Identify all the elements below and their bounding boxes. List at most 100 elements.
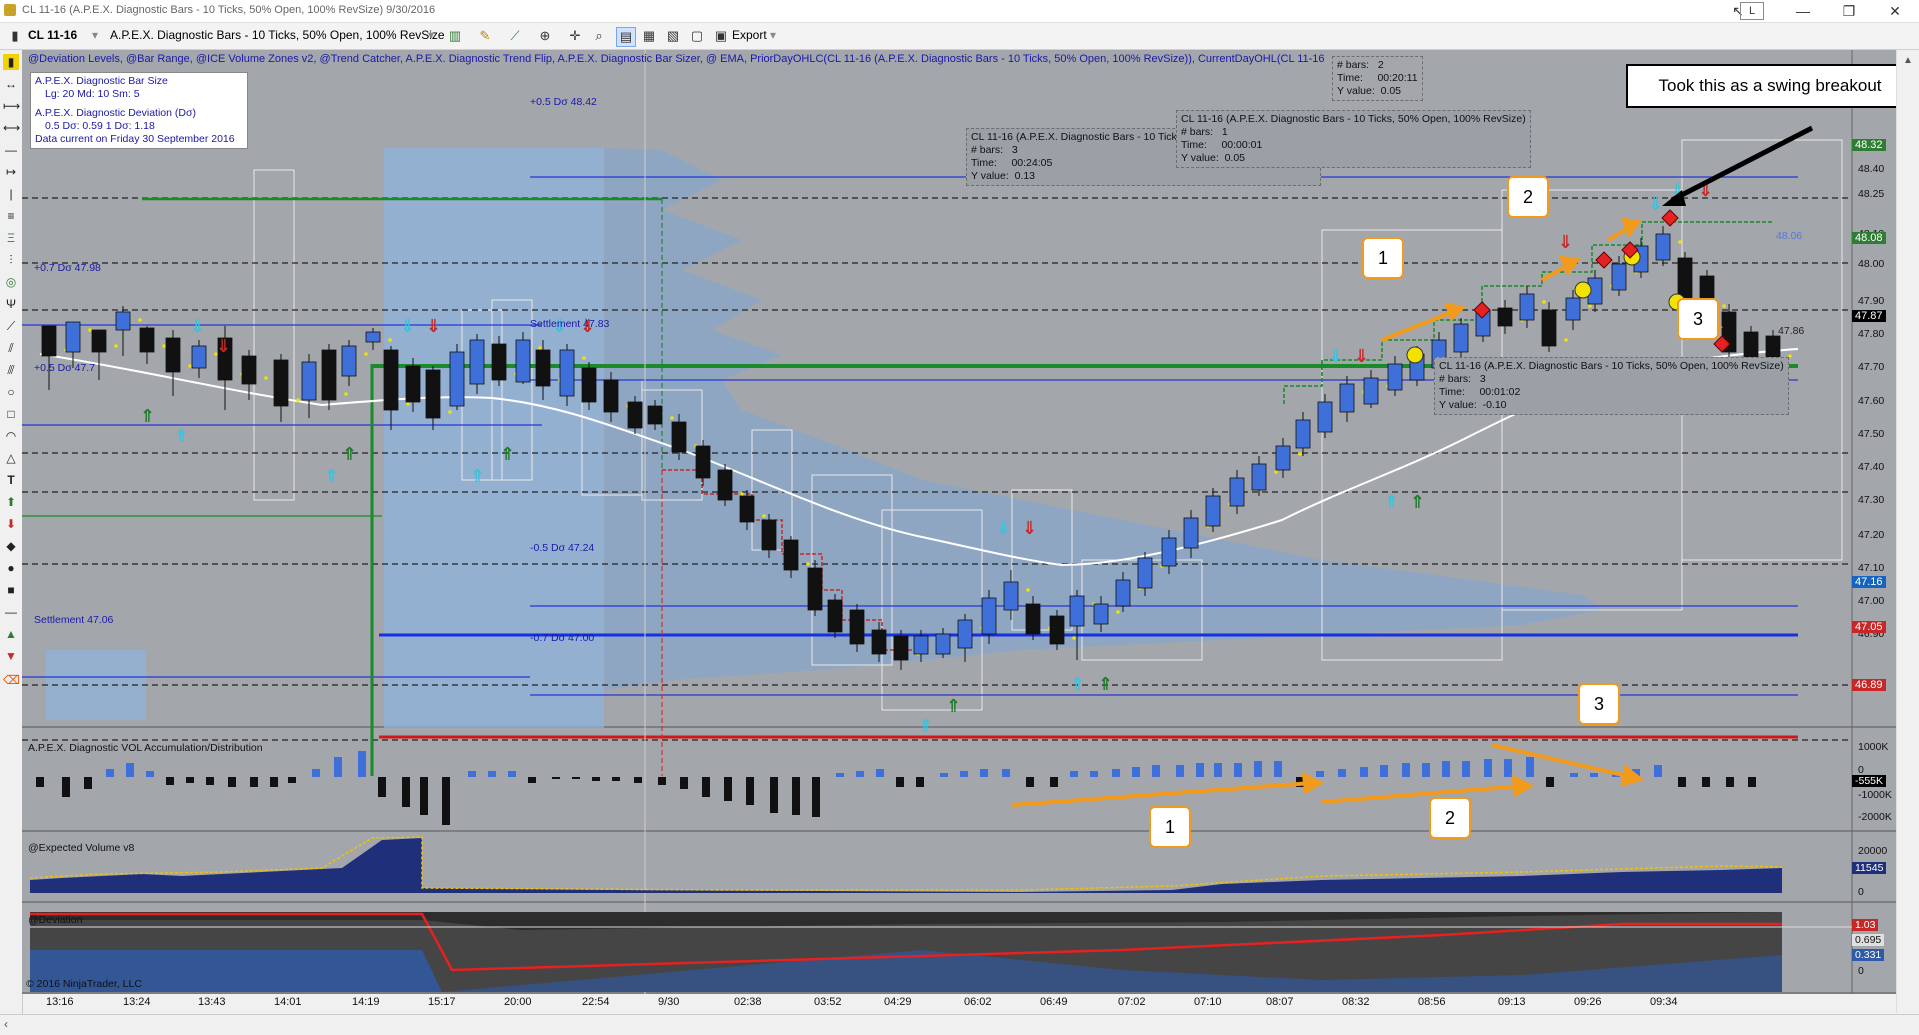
vol-bar [378, 777, 386, 797]
draw-tool-icon[interactable]: ⟋ [506, 27, 524, 45]
trend-channel-icon[interactable]: ⫻ [3, 362, 19, 378]
triangle-icon[interactable]: △ [3, 450, 19, 466]
scroll-left-icon[interactable]: ‹ [4, 1017, 8, 1031]
line-icon[interactable]: — [3, 604, 19, 620]
triangle-down-icon[interactable]: ▼ [3, 648, 19, 664]
price-tick-label: 48.25 [1858, 188, 1884, 200]
time-tick-label: 02:38 [734, 996, 762, 1008]
vol-bar [612, 777, 620, 781]
price-badge: 47.87 [1852, 310, 1886, 322]
vol-bar [166, 777, 174, 785]
eraser-icon[interactable]: ⌫ [3, 672, 20, 688]
measure-info-box[interactable]: CL 11-16 (A.P.E.X. Diagnostic Bars - 10 … [1434, 357, 1789, 415]
close-button[interactable]: ✕ [1872, 0, 1918, 22]
candlestick [717, 464, 733, 506]
vol-bar [528, 777, 536, 783]
vol-bar [1132, 767, 1140, 777]
vol-bar [836, 773, 844, 777]
square-icon[interactable]: ■ [3, 582, 19, 598]
link-button[interactable]: L [1740, 2, 1764, 20]
vol-bar [724, 777, 732, 801]
dot-icon[interactable]: ● [3, 560, 19, 576]
vol-bar [1338, 769, 1346, 777]
price-label: 47.86 [1778, 325, 1805, 337]
chevron-down-icon[interactable]: ▾ [428, 28, 434, 42]
arrow-up-icon[interactable]: ⬆ [3, 494, 19, 510]
vol-bar [270, 777, 278, 787]
triangle-up-icon[interactable]: ▲ [3, 626, 19, 642]
vol-bar [206, 777, 214, 785]
ellipse-icon[interactable]: ○ [3, 384, 19, 400]
chart-toolbar: ▮ CL 11-16 ▾ A.P.E.X. Diagnostic Bars - … [0, 23, 1919, 50]
fib-extension-icon[interactable]: Ξ [3, 230, 19, 246]
fib-time-icon[interactable]: ⫶ [3, 252, 19, 268]
arc-icon[interactable]: ◠ [3, 428, 19, 444]
instrument-selector[interactable]: CL 11-16 [28, 28, 77, 42]
search-icon[interactable]: ⌕ [590, 27, 608, 45]
properties-icon[interactable]: ▦ [640, 27, 658, 45]
fib-icon[interactable]: ≡ [3, 208, 19, 224]
rectangle-icon[interactable]: □ [3, 406, 19, 422]
horizontal-scrollbar[interactable]: ‹ [0, 1014, 1919, 1035]
vol-bar [186, 777, 194, 783]
vol-bar [876, 769, 884, 777]
app-icon [4, 4, 16, 16]
pencil-icon[interactable]: ✎ [476, 27, 494, 45]
strategies-icon[interactable]: ▧ [664, 27, 682, 45]
bars-icon[interactable]: ▮ [6, 27, 24, 45]
extended-line-icon[interactable]: ⟷ [3, 120, 20, 136]
vol-bar [488, 771, 496, 777]
measure-info-box[interactable]: # bars: 2 Time: 00:20:11 Y value: 0.05 [1332, 56, 1423, 101]
template-icon[interactable]: ▢ [688, 27, 706, 45]
bar-size-dot [448, 410, 452, 414]
pointer-icon[interactable]: ▮ [3, 54, 19, 70]
price-tick-label: 47.30 [1858, 494, 1884, 506]
vol-bar [1726, 777, 1734, 787]
crosshair-icon[interactable]: ✛ [566, 27, 584, 45]
gann-fan-icon[interactable]: ⟋ [3, 318, 19, 334]
diamond-icon[interactable]: ◆ [3, 538, 19, 554]
bar-size-dot [1298, 452, 1302, 456]
vol-bar [1484, 759, 1492, 777]
annotation-number: 1 [1362, 237, 1404, 279]
text-icon[interactable]: T [3, 472, 19, 488]
regression-channel-icon[interactable]: ⫽ [3, 340, 19, 356]
scroll-up-icon[interactable]: ▲ [1901, 54, 1915, 68]
chevron-down-icon[interactable]: ▾ [92, 28, 98, 42]
minimize-button[interactable]: — [1780, 0, 1826, 22]
price-chart[interactable]: ⇑ ⇑ ⇑ ⇑ ⇑ ⇑ ⇓ ⇓ ⇓ ⇓ ⇓ ⇓ ⇓ ⇓ ⇑ ⇑ ⇑ ⇑ ⇓ ⇓ … [22, 50, 1896, 994]
legend-line: Data current on Friday 30 September 2016 [35, 133, 235, 145]
chevron-down-icon[interactable]: ▾ [770, 28, 776, 42]
vol-bar [680, 777, 688, 789]
measure-info-box[interactable]: CL 11-16 (A.P.E.X. Diagnostic Bars - 10 … [1176, 110, 1531, 168]
vertical-line-icon[interactable]: | [3, 186, 19, 202]
svg-text:⇓: ⇓ [1328, 346, 1343, 367]
vol-bar [1526, 757, 1534, 777]
horizontal-line-icon[interactable]: — [3, 142, 19, 158]
ray-icon[interactable]: ⟼ [3, 98, 20, 114]
export-icon[interactable]: ▣ [712, 27, 730, 45]
vol-bar [288, 777, 296, 783]
vol-bar [228, 777, 236, 787]
export-menu[interactable]: Export [732, 28, 767, 42]
arrow-down-icon[interactable]: ⬇ [3, 516, 19, 532]
vol-bar [980, 769, 988, 777]
ev-tick: 20000 [1858, 845, 1888, 857]
vol-badge: -555K [1852, 775, 1887, 787]
arrow-line-icon[interactable]: ↦ [3, 164, 19, 180]
vol-bar [1462, 761, 1470, 777]
zoom-icon[interactable]: ⊕ [536, 27, 554, 45]
fib-circle-icon[interactable]: ◎ [3, 274, 19, 290]
andrews-pitchfork-icon[interactable]: Ψ [3, 296, 19, 312]
time-tick-label: 09:34 [1650, 996, 1678, 1008]
chart-style-icon[interactable]: ▥ [446, 27, 464, 45]
vol-tick: -2000K [1858, 811, 1892, 823]
vertical-scrollbar[interactable]: ▲ [1896, 50, 1919, 1013]
time-tick-label: 07:02 [1118, 996, 1146, 1008]
data-box-icon[interactable]: ▤ [616, 27, 636, 47]
vol-bar [1274, 761, 1282, 777]
restore-button[interactable]: ❐ [1826, 0, 1872, 22]
bar-size-dot [1588, 304, 1592, 308]
arrow-left-right-icon[interactable]: ↔ [3, 76, 19, 92]
bars-type-selector[interactable]: A.P.E.X. Diagnostic Bars - 10 Ticks, 50%… [110, 28, 445, 42]
